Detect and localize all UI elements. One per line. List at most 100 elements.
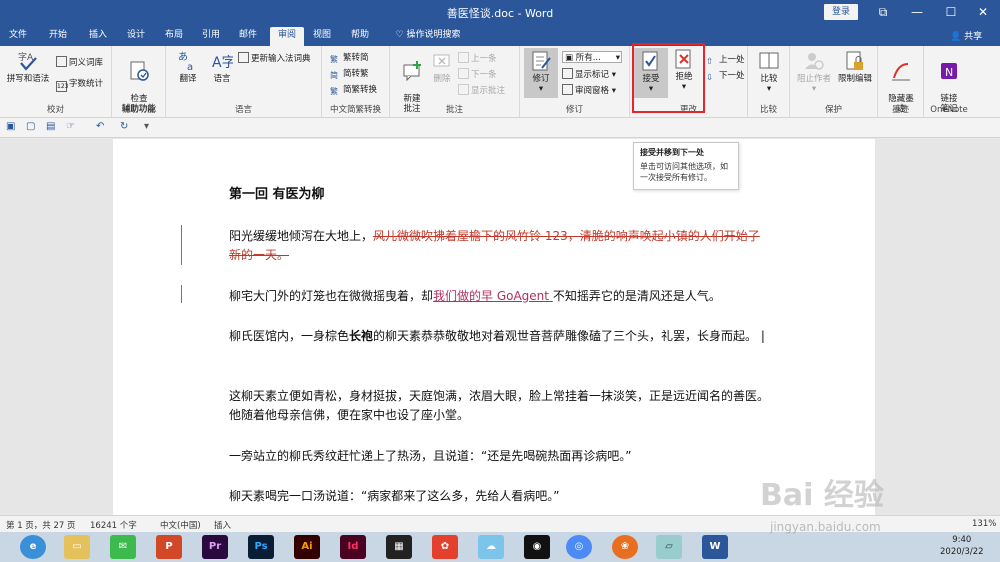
illustrator-icon[interactable]: Ai bbox=[294, 535, 320, 559]
photoshop-icon[interactable]: Ps bbox=[248, 535, 274, 559]
word-count-button[interactable]: 123字数统计 bbox=[56, 78, 103, 92]
open-icon[interactable]: ▤ bbox=[46, 121, 55, 132]
ribbon-tabs: 文件 开始 插入 设计 布局 引用 邮件 审阅 视图 帮助 ♡ 操作说明搜索 👤… bbox=[0, 24, 1000, 46]
previous-change-icon: ⇧ bbox=[706, 57, 714, 67]
language-button[interactable]: A字 语言 bbox=[204, 50, 240, 84]
dropdown-arrow-icon: ▾ bbox=[538, 84, 544, 94]
chrome-icon[interactable]: ◎ bbox=[566, 535, 592, 559]
translate-button[interactable]: あa 翻译 bbox=[170, 50, 206, 84]
tab-design[interactable]: 设计 bbox=[122, 27, 150, 46]
tab-insert[interactable]: 插入 bbox=[84, 27, 112, 46]
lightbulb-icon: ♡ bbox=[395, 30, 407, 40]
indesign-icon[interactable]: Id bbox=[340, 535, 366, 559]
redo-icon[interactable]: ↻ bbox=[120, 121, 128, 132]
svg-text:字A: 字A bbox=[18, 51, 34, 63]
new-document-icon[interactable]: ▢ bbox=[26, 121, 35, 132]
next-comment-button[interactable]: 下一条 bbox=[458, 68, 497, 80]
maximize-button[interactable]: ☐ bbox=[936, 2, 966, 22]
trad-simp-icon: 繁 bbox=[330, 55, 338, 64]
trad-to-simp-button[interactable]: 繁繁转简 bbox=[330, 52, 369, 64]
convert-icon: 繁 bbox=[330, 87, 338, 96]
system-clock[interactable]: 9:40 2020/3/22 bbox=[940, 534, 984, 558]
simp-to-trad-button[interactable]: 简简转繁 bbox=[330, 68, 369, 80]
app-icon[interactable]: ✿ bbox=[432, 535, 458, 559]
tab-view[interactable]: 视图 bbox=[308, 27, 336, 46]
previous-comment-button[interactable]: 上一条 bbox=[458, 52, 497, 64]
save-icon[interactable]: ▣ bbox=[6, 121, 15, 132]
chevron-down-icon: ▾ bbox=[615, 53, 620, 63]
page-indicator[interactable]: 第 1 页，共 27 页 bbox=[6, 519, 76, 531]
tab-help[interactable]: 帮助 bbox=[346, 27, 374, 46]
delete-comment-button[interactable]: 删除 bbox=[428, 50, 456, 84]
premiere-icon[interactable]: Pr bbox=[202, 535, 228, 559]
word-icon[interactable]: W bbox=[702, 535, 728, 559]
browser-icon[interactable]: e bbox=[20, 535, 46, 559]
tab-file[interactable]: 文件 bbox=[4, 27, 32, 46]
uc-browser-icon[interactable]: ❀ bbox=[612, 535, 638, 559]
update-ime-dictionary-button[interactable]: 更新输入法词典 bbox=[238, 52, 311, 64]
thesaurus-button[interactable]: 同义词库 bbox=[56, 56, 103, 68]
tab-layout[interactable]: 布局 bbox=[160, 27, 188, 46]
wechat-icon[interactable]: ✉ bbox=[110, 535, 136, 559]
delete-comment-icon bbox=[433, 54, 450, 67]
tab-mailings[interactable]: 邮件 bbox=[234, 27, 262, 46]
tab-review[interactable]: 审阅 bbox=[270, 27, 304, 46]
compare-button[interactable]: 比较 ▾ bbox=[752, 50, 786, 94]
group-proofing: 字A 拼写和语法 同义词库 123字数统计 校对 bbox=[0, 46, 112, 118]
tab-references[interactable]: 引用 bbox=[197, 27, 225, 46]
messenger-icon[interactable]: ☁ bbox=[478, 535, 504, 559]
track-changes-button[interactable]: 修订 ▾ bbox=[524, 48, 558, 98]
taskbar: e ▭ ✉ P Pr Ps Ai Id ▦ ✿ ☁ ◉ ◎ ❀ ▱ W 9:40… bbox=[0, 532, 1000, 562]
previous-comment-icon bbox=[458, 52, 469, 63]
customize-qat-icon[interactable]: ▾ bbox=[144, 121, 149, 132]
reviewing-pane-icon bbox=[562, 84, 573, 95]
document-area: 第一回 有医为柳 阳光缓缓地倾泻在大地上，风儿微微吹拂着屋檐下的风竹铃 123，… bbox=[0, 139, 1000, 515]
tell-me-search[interactable]: ♡ 操作说明搜索 bbox=[388, 27, 468, 46]
paragraph-4: 这柳天素立便如青松，身材挺拔，天庭饱满，浓眉大眼，脸上常挂着一抹淡笑，正是远近闻… bbox=[229, 389, 770, 422]
restrict-editing-button[interactable]: 限制编辑 bbox=[834, 50, 876, 84]
show-comments-button[interactable]: 显示批注 bbox=[458, 84, 505, 96]
next-change-button[interactable]: ⇩ 下一处 bbox=[706, 70, 745, 83]
powerpoint-icon[interactable]: P bbox=[156, 535, 182, 559]
login-button[interactable]: 登录 bbox=[824, 4, 858, 20]
word-count[interactable]: 16241 个字 bbox=[90, 519, 137, 531]
new-comment-icon bbox=[403, 61, 421, 82]
display-for-review-select[interactable]: ▣ 所有... ▾ bbox=[562, 51, 622, 63]
share-button[interactable]: 👤 共享 bbox=[950, 29, 982, 42]
tab-home[interactable]: 开始 bbox=[44, 27, 72, 46]
paragraph-5: 一旁站立的柳氏秀纹赶忙递上了热汤，且说道：“还是先喝碗热面再诊病吧。” bbox=[229, 449, 632, 463]
group-chinese-conversion: 繁繁转简 简简转繁 繁简繁转换 中文简繁转换 bbox=[322, 46, 390, 118]
minimize-button[interactable]: — bbox=[902, 2, 932, 22]
watermark-url: jingyan.baidu.com bbox=[770, 520, 881, 534]
ribbon-display-options-icon[interactable]: ⧉ bbox=[868, 2, 898, 22]
svg-text:A字: A字 bbox=[212, 55, 233, 71]
chinese-conversion-button[interactable]: 繁简繁转换 bbox=[330, 84, 377, 96]
compare-icon bbox=[759, 52, 779, 69]
simp-trad-icon: 简 bbox=[330, 71, 338, 80]
document-page[interactable]: 第一回 有医为柳 阳光缓缓地倾泻在大地上，风儿微微吹拂着屋檐下的风竹铃 123，… bbox=[113, 139, 875, 515]
zoom-level[interactable]: 131% bbox=[972, 519, 996, 529]
video-player-icon[interactable]: ▦ bbox=[386, 535, 412, 559]
ribbon: 字A 拼写和语法 同义词库 123字数统计 校对 检查 辅助功能 辅助功能 あa… bbox=[0, 46, 1000, 118]
block-authors-icon bbox=[805, 53, 824, 70]
file-explorer-icon[interactable]: ▭ bbox=[64, 535, 90, 559]
paragraph-1: 阳光缓缓地倾泻在大地上，风儿微微吹拂着屋檐下的风竹铃 123，清脆的响声唤起小镇… bbox=[229, 229, 760, 262]
onenote-icon: N bbox=[941, 63, 957, 79]
show-markup-button[interactable]: 显示标记 ▾ bbox=[562, 68, 616, 80]
insert-mode[interactable]: 插入 bbox=[214, 519, 231, 531]
close-button[interactable]: ✕ bbox=[968, 2, 998, 22]
reviewing-pane-button[interactable]: 审阅窗格 ▾ bbox=[562, 84, 616, 96]
language-indicator[interactable]: 中文(中国) bbox=[160, 519, 201, 531]
qq-icon[interactable]: ◉ bbox=[524, 535, 550, 559]
previous-change-button[interactable]: ⇧ 上一处 bbox=[706, 54, 745, 67]
touch-mode-icon[interactable]: ☞ bbox=[66, 121, 75, 132]
show-markup-icon bbox=[562, 68, 573, 79]
block-authors-button[interactable]: 阻止作者 ▾ bbox=[794, 50, 834, 94]
accessibility-check-icon bbox=[130, 61, 149, 81]
person-icon: 👤 bbox=[950, 32, 962, 42]
group-language: あa 翻译 A字 语言 更新输入法词典 语言 bbox=[166, 46, 322, 118]
change-bar bbox=[181, 285, 182, 303]
notes-app-icon[interactable]: ▱ bbox=[656, 535, 682, 559]
undo-icon[interactable]: ↶ bbox=[96, 121, 104, 132]
spelling-grammar-button[interactable]: 字A 拼写和语法 bbox=[4, 50, 52, 84]
